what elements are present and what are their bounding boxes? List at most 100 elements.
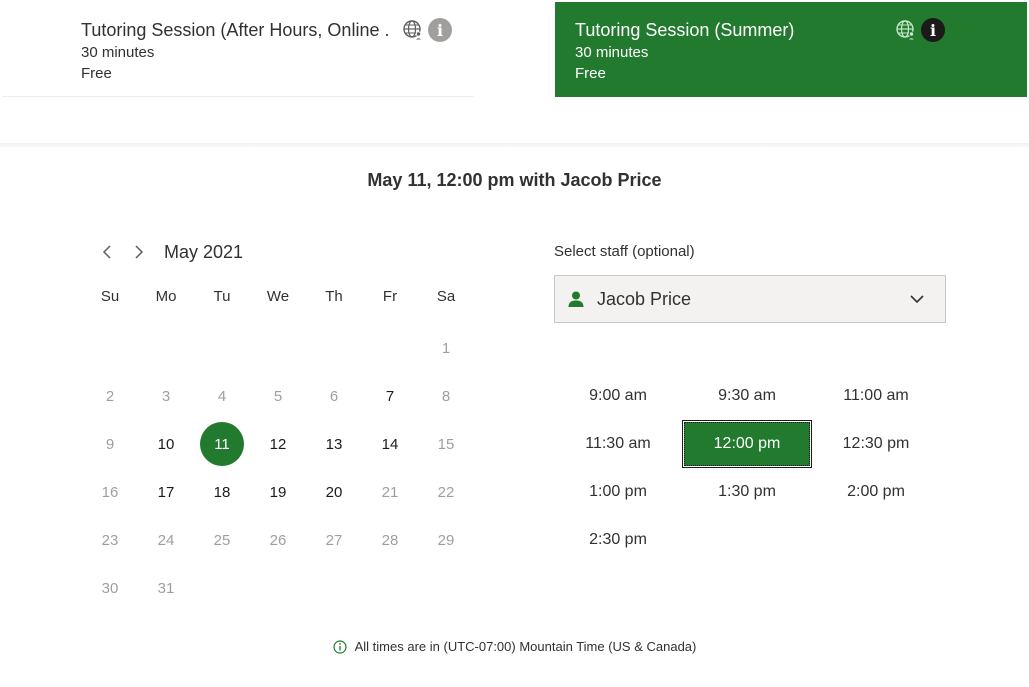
calendar-day-28: 28 [362, 516, 418, 564]
calendar-day-number: 18 [213, 483, 231, 501]
calendar-day-25: 25 [194, 516, 250, 564]
calendar-empty-cell [138, 324, 194, 372]
globe-person-icon [895, 19, 917, 41]
calendar-day-number: 25 [213, 531, 231, 549]
section-divider [0, 143, 1029, 147]
staff-select-label: Select staff (optional) [554, 243, 695, 260]
time-slot-row: 1:00 pm 1:30 pm 2:00 pm [554, 468, 946, 516]
time-slot[interactable]: 11:00 am [812, 373, 940, 419]
time-slot[interactable]: 11:30 am [554, 421, 682, 467]
calendar-day-number: 17 [157, 483, 175, 501]
calendar-day-8: 8 [418, 372, 474, 420]
calendar-empty-cell [194, 564, 250, 612]
calendar-day-number: 6 [329, 387, 339, 405]
service-icons: i [895, 18, 945, 42]
calendar-day-29: 29 [418, 516, 474, 564]
service-card-after-hours[interactable]: Tutoring Session (After Hours, Online ..… [2, 2, 473, 97]
calendar-day-number: 20 [325, 483, 343, 501]
calendar-day-6: 6 [306, 372, 362, 420]
service-price: Free [81, 65, 112, 82]
calendar-empty-cell [82, 324, 138, 372]
service-duration: 30 minutes [81, 44, 155, 61]
time-slot-row: 11:30 am 12:00 pm 12:30 pm [554, 420, 946, 468]
time-slot[interactable]: 2:30 pm [554, 517, 682, 563]
calendar-day-21: 21 [362, 468, 418, 516]
service-icons: i [402, 18, 452, 42]
calendar-day-4: 4 [194, 372, 250, 420]
calendar-day-16: 16 [82, 468, 138, 516]
calendar-day-11[interactable]: 11 [194, 420, 250, 468]
calendar-day-number: 7 [385, 387, 395, 405]
service-title: Tutoring Session (After Hours, Online ..… [81, 20, 391, 40]
weekday-label: Su [100, 288, 120, 305]
month-label: May 2021 [164, 241, 244, 262]
calendar-day-number: 31 [157, 579, 175, 597]
calendar-day-18[interactable]: 18 [194, 468, 250, 516]
calendar-day-number: 12 [269, 435, 287, 453]
calendar-day-number: 8 [441, 387, 451, 405]
calendar-day-30: 30 [82, 564, 138, 612]
calendar-day-1: 1 [418, 324, 474, 372]
calendar-day-number: 14 [381, 435, 399, 453]
chevron-left-icon[interactable] [96, 240, 118, 264]
calendar-day-17[interactable]: 17 [138, 468, 194, 516]
calendar-day-number: 23 [101, 531, 119, 549]
calendar-day-9: 9 [82, 420, 138, 468]
time-slot[interactable]: 1:30 pm [683, 469, 811, 515]
staff-select-dropdown[interactable]: Jacob Price [554, 275, 946, 323]
service-duration: 30 minutes [575, 44, 649, 61]
weekday-label: Sa [436, 288, 456, 305]
calendar-days-grid: 1 2 3 4 5 6 7 8 9 10 11 12 13 14 15 16 17 18 19 20 21 22 23 24 2… [82, 324, 474, 612]
time-slot-row: 9:00 am 9:30 am 11:00 am [554, 372, 946, 420]
time-slot[interactable]: 1:00 pm [554, 469, 682, 515]
calendar-day-31: 31 [138, 564, 194, 612]
info-small-icon [333, 639, 347, 654]
chevron-right-icon[interactable] [128, 240, 150, 264]
calendar-day-2: 2 [82, 372, 138, 420]
calendar-day-5: 5 [250, 372, 306, 420]
calendar-day-number: 21 [381, 483, 399, 501]
calendar-empty-cell [418, 564, 474, 612]
calendar-day-19[interactable]: 19 [250, 468, 306, 516]
calendar-day-7[interactable]: 7 [362, 372, 418, 420]
calendar-day-number: 22 [437, 483, 455, 501]
timezone-text: All times are in (UTC-07:00) Mountain Ti… [354, 639, 697, 654]
calendar-day-20[interactable]: 20 [306, 468, 362, 516]
time-slot-row: 2:30 pm [554, 516, 946, 564]
calendar-day-number: 24 [157, 531, 175, 549]
time-slot-selected[interactable]: 12:00 pm [683, 421, 811, 467]
calendar-empty-cell [362, 564, 418, 612]
time-slot[interactable]: 9:30 am [683, 373, 811, 419]
calendar-day-12[interactable]: 12 [250, 420, 306, 468]
weekday-label: Tu [213, 288, 231, 305]
calendar-week-row: 2 3 4 5 6 7 8 [82, 372, 474, 420]
calendar-empty-cell [306, 324, 362, 372]
info-icon[interactable]: i [921, 18, 945, 42]
time-slot[interactable]: 2:00 pm [812, 469, 940, 515]
calendar-day-number: 19 [269, 483, 287, 501]
person-icon [567, 290, 585, 308]
calendar-day-26: 26 [250, 516, 306, 564]
weekday-label: Th [325, 288, 343, 305]
calendar-day-10[interactable]: 10 [138, 420, 194, 468]
calendar-day-number: 28 [381, 531, 399, 549]
calendar-day-13[interactable]: 13 [306, 420, 362, 468]
info-icon[interactable]: i [428, 18, 452, 42]
calendar-day-number: 11 [200, 422, 244, 466]
calendar-week-row: 1 [82, 324, 474, 372]
time-slot[interactable]: 12:30 pm [812, 421, 940, 467]
calendar-day-24: 24 [138, 516, 194, 564]
calendar-nav: May 2021 [96, 240, 243, 264]
time-slot[interactable]: 9:00 am [554, 373, 682, 419]
calendar-day-number: 27 [325, 531, 343, 549]
service-title: Tutoring Session (Summer) [575, 20, 795, 40]
calendar-day-22: 22 [418, 468, 474, 516]
calendar-day-27: 27 [306, 516, 362, 564]
service-price: Free [575, 65, 606, 82]
selection-summary-heading: May 11, 12:00 pm with Jacob Price [367, 170, 662, 190]
calendar-day-number: 15 [437, 435, 455, 453]
service-card-summer[interactable]: Tutoring Session (Summer) 30 minutes Fre… [555, 2, 1027, 97]
calendar-day-14[interactable]: 14 [362, 420, 418, 468]
calendar-day-23: 23 [82, 516, 138, 564]
calendar-day-number: 26 [269, 531, 287, 549]
